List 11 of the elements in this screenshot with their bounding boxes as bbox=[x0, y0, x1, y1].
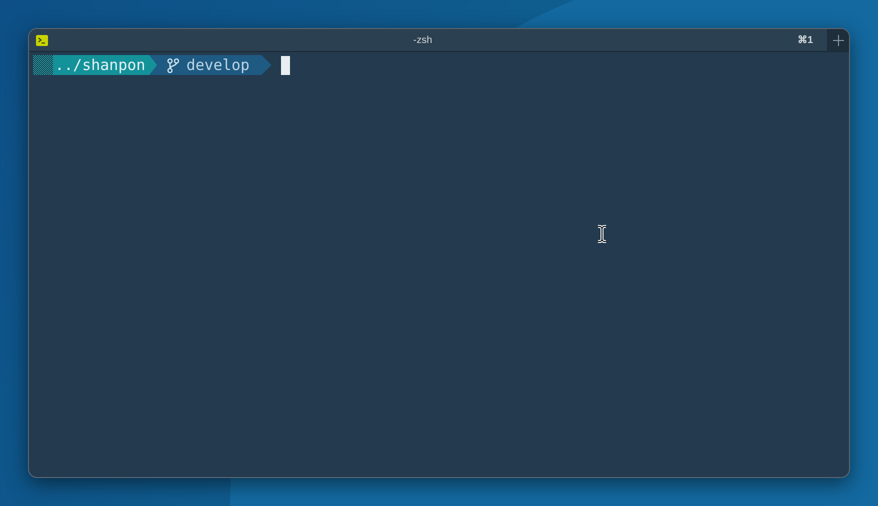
i-beam-pointer-icon bbox=[597, 225, 607, 243]
new-tab-button[interactable] bbox=[827, 29, 849, 51]
tab-shortcut: ⌘1 bbox=[797, 34, 813, 46]
plus-icon bbox=[832, 34, 844, 46]
branch-name: develop bbox=[186, 56, 250, 74]
terminal-icon bbox=[36, 34, 48, 46]
text-cursor bbox=[280, 56, 290, 74]
prompt-path: ../shanpon bbox=[53, 55, 158, 75]
window-title: -zsh bbox=[412, 34, 434, 46]
git-branch-icon bbox=[167, 58, 180, 72]
prompt-start-pattern bbox=[33, 55, 53, 75]
